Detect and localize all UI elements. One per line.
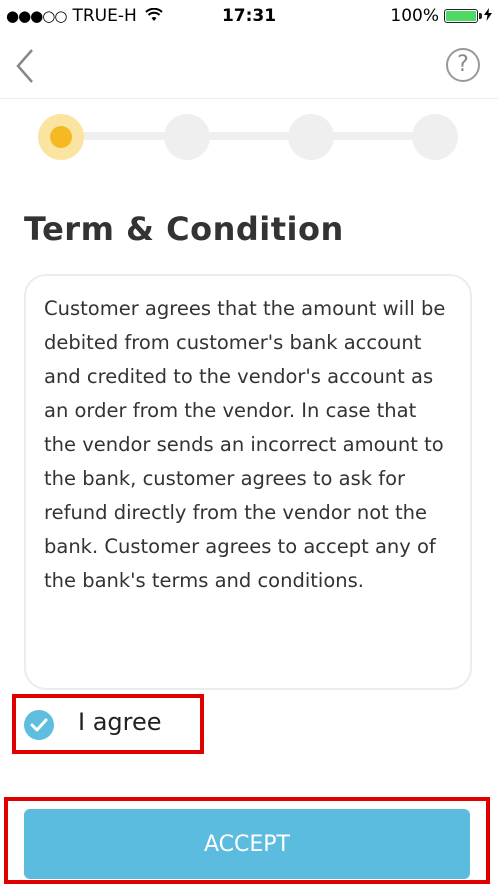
terms-text: Customer agrees that the amount will be …	[44, 297, 446, 592]
page-title: Term & Condition	[24, 210, 344, 248]
status-bar: ●●●○○ TRUE-H 17:31 100%	[0, 0, 498, 34]
stepper-track	[58, 132, 448, 140]
agree-label: I agree	[78, 708, 162, 736]
battery-icon	[444, 9, 482, 23]
navigation-bar: ?	[0, 34, 498, 99]
agree-checkbox-row[interactable]: I agree	[12, 694, 204, 754]
help-icon[interactable]: ?	[446, 48, 480, 82]
step-4	[412, 114, 458, 160]
progress-stepper	[38, 112, 468, 160]
back-chevron-icon[interactable]	[14, 46, 38, 86]
step-3	[288, 114, 334, 160]
checkmark-icon[interactable]	[24, 710, 54, 740]
step-2	[164, 114, 210, 160]
accept-button[interactable]: ACCEPT	[24, 809, 470, 879]
terms-container[interactable]: Customer agrees that the amount will be …	[24, 274, 472, 690]
battery-percent: 100%	[390, 6, 439, 26]
charging-icon	[484, 7, 492, 25]
step-1-active	[38, 114, 84, 160]
status-right: 100%	[390, 6, 492, 26]
accept-button-highlight: ACCEPT	[4, 797, 490, 884]
